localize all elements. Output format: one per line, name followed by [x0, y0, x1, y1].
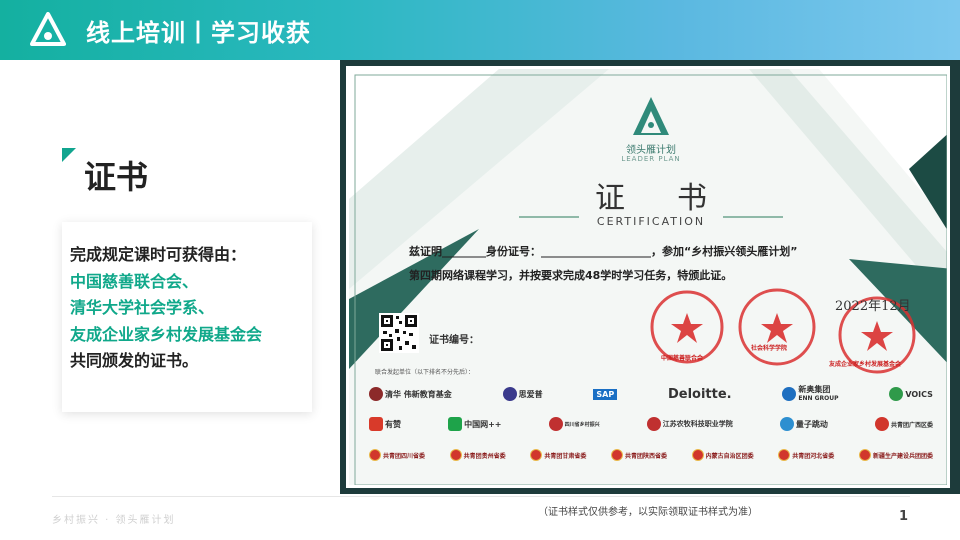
seal-label: 中国慈善联合会 — [661, 355, 704, 362]
org-emblem-icon — [448, 417, 463, 431]
certificate-brand: 领头雁计划 — [626, 145, 676, 156]
seal-label: 社会科学学院 — [751, 345, 788, 352]
certificate-body-line: 第四期网络课程学习，并按要求完成48学时学习任务，特颁此证。 — [409, 269, 733, 282]
certificate-date: 2022年12月 — [835, 299, 911, 314]
youth-league-logo: 共青团贵州省委 — [449, 449, 506, 461]
sponsor-logo: 共青团广西区委 — [874, 417, 933, 431]
org-emblem-icon — [369, 417, 383, 431]
page-title: 线上培训丨学习收获 — [86, 19, 311, 47]
youth-league-logo: 共青团甘肃省委 — [530, 449, 586, 461]
info-card: 完成规定课时可获得由： 中国慈善联合会、 清华大学社会学系、 友成企业家乡村发展… — [62, 222, 312, 412]
sponsor-logo: 思爱普 — [502, 387, 543, 401]
youth-league-emblem-icon — [691, 449, 704, 461]
youth-league-logo: 共青团四川省委 — [369, 449, 425, 461]
header-band: 线上培训丨学习收获 — [0, 0, 960, 60]
card-line-org: 友成企业家乡村发展基金会 — [70, 324, 263, 344]
leader-plan-logo-icon — [633, 97, 669, 135]
sponsor-logo: 中国网++ — [448, 417, 502, 431]
seal-tsinghua — [738, 288, 816, 366]
certificate-disclaimer: （证书样式仅供参考，以实际领取证书样式为准） — [538, 507, 758, 518]
sponsor-logo-deloitte: Deloitte. — [667, 386, 732, 402]
card-line-org: 清华大学社会学系、 — [70, 298, 215, 317]
org-emblem-icon — [874, 417, 889, 431]
youth-league-logo: 共青团陕西省委 — [610, 449, 667, 461]
card-line-org: 中国慈善联合会、 — [70, 271, 199, 291]
youth-league-logo: 新疆生产建设兵团团委 — [858, 449, 933, 461]
org-emblem-icon — [646, 417, 661, 431]
certificate-subtitle: CERTIFICATION — [596, 215, 706, 228]
youth-league-logo: 内蒙古自治区团委 — [691, 449, 754, 461]
youth-league-emblem-icon — [778, 449, 791, 461]
certificate-image: 领头雁计划 LEADER PLAN 证书 CERTIFICATION 兹证明__… — [346, 66, 950, 488]
certificate-brand-en: LEADER PLAN — [621, 155, 681, 163]
footer-brand: 乡村振兴 · 领头雁计划 — [52, 515, 176, 526]
youth-league-emblem-icon — [530, 449, 543, 461]
page-number: 1 — [899, 509, 909, 524]
triangle-logo-icon — [30, 12, 66, 46]
org-emblem-icon — [548, 417, 563, 431]
youth-league-emblem-icon — [610, 449, 623, 461]
sponsor-logo: 清华 伟新教育基金 — [369, 387, 452, 401]
sponsor-logo-row: 清华 伟新教育基金 思爱普 SAP Deloitte. 新奥集团 ENN GROU… — [369, 385, 933, 403]
youth-league-logo-row: 共青团四川省委 共青团贵州省委 共青团甘肃省委 共青团陕西省委 内蒙古自治区团委… — [369, 449, 933, 461]
footer-divider — [52, 496, 910, 497]
sponsor-logo: 新奥集团 ENN GROUP — [782, 385, 839, 403]
org-emblem-icon — [889, 387, 904, 401]
org-emblem-icon — [779, 417, 794, 431]
youth-league-emblem-icon — [369, 449, 381, 461]
qr-code-icon — [379, 313, 419, 353]
sponsor-logo: 量子跳动 — [779, 417, 828, 431]
sponsor-logo: 四川省乡村振兴 — [548, 417, 600, 431]
card-line: 完成规定课时可获得由： — [70, 245, 247, 264]
youth-league-emblem-icon — [449, 449, 462, 461]
card-line: 共同颁发的证书。 — [70, 351, 199, 370]
org-emblem-icon — [782, 387, 797, 401]
org-emblem-icon — [502, 387, 517, 401]
sponsor-logo: SAP — [593, 388, 618, 400]
sponsor-logo: 有赞 — [369, 417, 401, 431]
sponsor-logo: 江苏农牧科技职业学院 — [646, 417, 733, 431]
seal-label: 友成企业家乡村发展基金会 — [829, 361, 902, 368]
section-corner-mark — [62, 148, 76, 162]
sponsor-logo-row: 有赞 中国网++ 四川省乡村振兴 江苏农牧科技职业学院 量子跳动 共青团广西区委 — [369, 417, 933, 431]
certificate-body-line: 兹证明________身份证号：____________________，参加“… — [409, 245, 798, 258]
certificate-title: 证书 — [595, 181, 759, 216]
sponsor-logo: VOICS — [889, 387, 933, 401]
org-emblem-icon — [369, 387, 383, 401]
section-title: 证书 — [84, 158, 149, 196]
certificate-number-label: 证书编号： — [429, 335, 479, 346]
issuer-label: 联合发起单位（以下排名不分先后）： — [375, 369, 475, 376]
youth-league-emblem-icon — [858, 449, 871, 461]
youth-league-logo: 共青团河北省委 — [778, 449, 834, 461]
